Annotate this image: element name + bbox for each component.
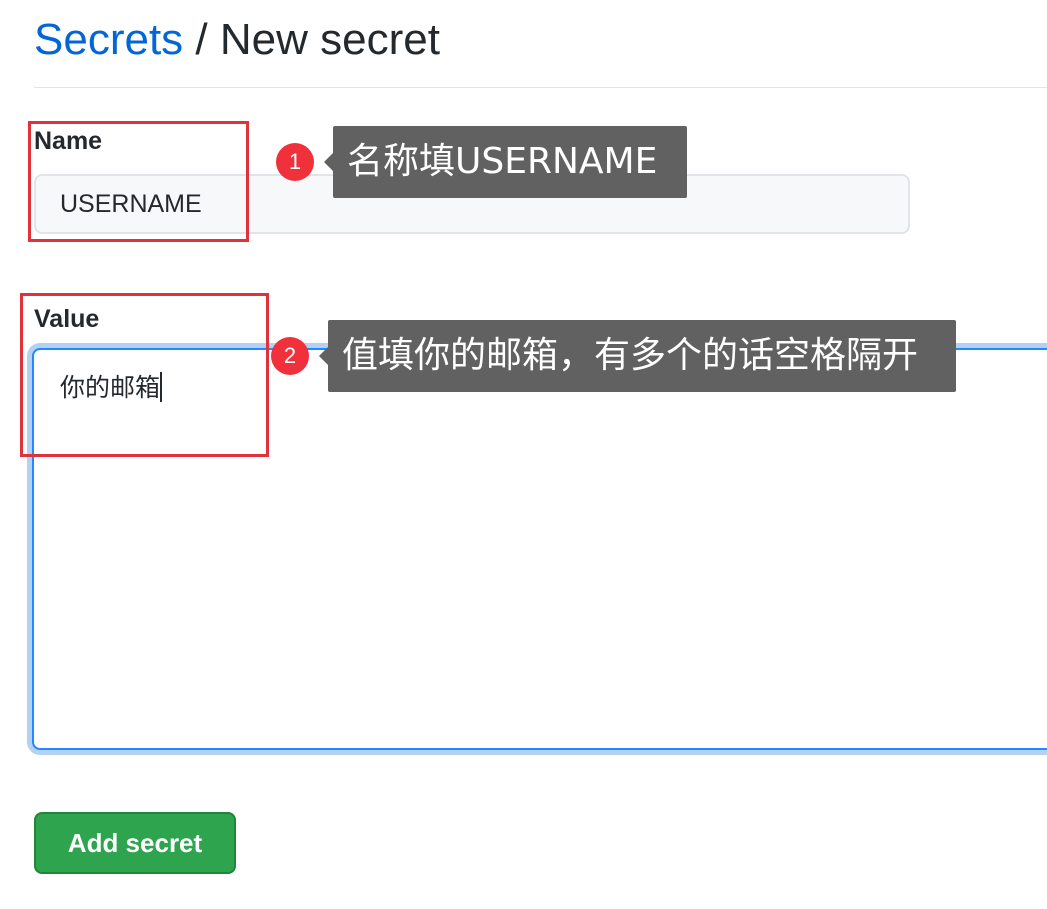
- annotation-tooltip-1: 名称填USERNAME: [324, 126, 687, 198]
- add-secret-button[interactable]: Add secret: [34, 812, 236, 874]
- header-divider: [34, 87, 1047, 88]
- breadcrumb: Secrets / New secret: [34, 12, 440, 68]
- breadcrumb-secrets-link[interactable]: Secrets: [34, 15, 183, 64]
- annotation-highlight-value: [20, 293, 269, 457]
- annotation-tooltip-2: 值填你的邮箱，有多个的话空格隔开: [319, 320, 956, 392]
- page-title: New secret: [219, 15, 440, 64]
- annotation-badge-1: 1: [276, 143, 314, 181]
- annotation-highlight-name: [28, 121, 249, 242]
- breadcrumb-separator: /: [195, 15, 208, 64]
- annotation-badge-2: 2: [271, 337, 309, 375]
